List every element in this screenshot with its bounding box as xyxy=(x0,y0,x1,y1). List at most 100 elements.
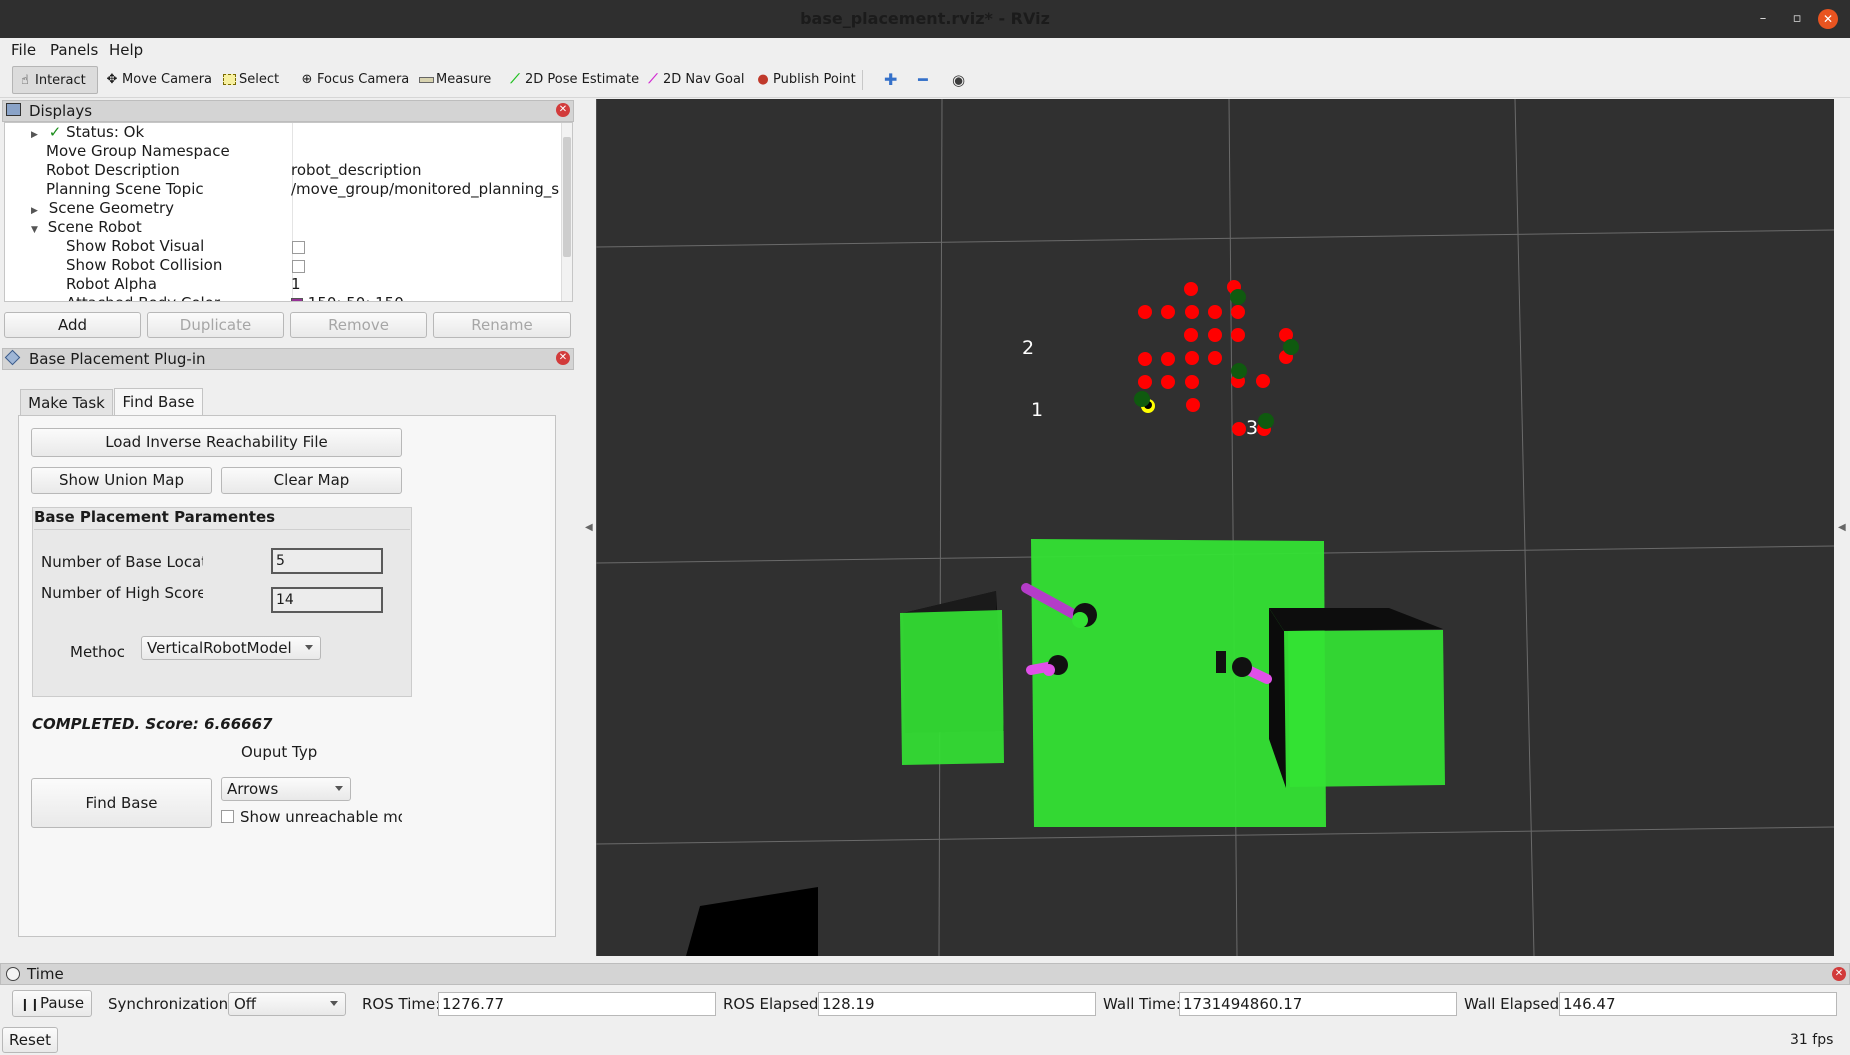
tool-move-camera[interactable]: ✥ Move Camera xyxy=(100,66,216,94)
num-high-score-input[interactable]: 14 xyxy=(271,587,383,613)
time-panel-header: Time xyxy=(0,963,1850,985)
sync-select[interactable]: Off xyxy=(228,992,346,1016)
fps-counter: 31 fps xyxy=(1790,1032,1834,1048)
tree-row-show-robot-visual[interactable]: Show Robot Visual xyxy=(66,237,204,256)
show-robot-visual-checkbox[interactable] xyxy=(292,241,305,254)
tree-row-scene-robot[interactable]: ▼ Scene Robot xyxy=(31,218,142,237)
params-group-title: Base Placement Paramentes xyxy=(34,508,276,526)
plugin-close-icon[interactable]: ✕ xyxy=(556,351,570,365)
ros-elapsed-label: ROS Elapsed: xyxy=(723,995,824,1013)
tree-row-robot-alpha[interactable]: Robot Alpha xyxy=(66,275,157,294)
tree-row-attached-body-color[interactable]: Attached Body Color xyxy=(66,294,220,301)
remove-button[interactable]: Remove xyxy=(290,312,427,338)
wall-elapsed-label: Wall Elapsed: xyxy=(1464,995,1565,1013)
scene-render xyxy=(596,99,1834,956)
collapse-right-icon[interactable]: ◀ xyxy=(1838,522,1846,533)
expand-arrow-icon: ▶ xyxy=(31,206,38,216)
robot-description-value[interactable]: robot_description xyxy=(291,161,422,180)
clear-map-button[interactable]: Clear Map xyxy=(221,467,402,494)
nav-goal-icon: ⟋ xyxy=(648,72,658,87)
show-unreachable-label: Show unreachable mode xyxy=(240,808,402,826)
tree-row-move-group-namespace[interactable]: Move Group Namespace xyxy=(46,142,230,161)
ros-elapsed-field[interactable]: 128.19 xyxy=(818,992,1096,1016)
maximize-icon[interactable]: ▫ xyxy=(1789,11,1805,27)
wall-elapsed-field[interactable]: 146.47 xyxy=(1559,992,1837,1016)
plugin-header: Base Placement Plug-in xyxy=(2,348,574,370)
add-button[interactable]: Add xyxy=(4,312,141,338)
time-close-icon[interactable]: ✕ xyxy=(1832,967,1846,981)
location-label-3: 3 xyxy=(1246,417,1259,439)
load-reachability-button[interactable]: Load Inverse Reachability File xyxy=(31,428,402,457)
find-base-button[interactable]: Find Base xyxy=(31,778,212,828)
focus-camera-icon: ⊕ xyxy=(301,72,313,87)
rename-button[interactable]: Rename xyxy=(433,312,571,338)
method-select[interactable]: VerticalRobotModel xyxy=(141,636,321,660)
tool-focus-camera[interactable]: ⊕ Focus Camera xyxy=(295,66,413,94)
attached-body-color-value[interactable]: 150; 50; 150 xyxy=(291,294,404,301)
location-label-2: 2 xyxy=(1022,337,1035,359)
tree-row-show-robot-collision[interactable]: Show Robot Collision xyxy=(66,256,222,275)
tool-interact[interactable]: ☝ Interact xyxy=(12,66,98,94)
pose-estimate-icon: ⟋ xyxy=(510,72,520,87)
collapse-arrow-icon: ▼ xyxy=(31,225,38,235)
minimize-icon[interactable]: – xyxy=(1755,11,1771,27)
num-base-input[interactable]: 5 xyxy=(271,548,383,574)
eye-icon[interactable]: ◉ xyxy=(948,66,969,94)
menu-help[interactable]: Help xyxy=(109,40,143,60)
displays-header: Displays xyxy=(2,100,574,122)
sync-label: Synchronization: xyxy=(108,995,234,1013)
reset-button[interactable]: Reset xyxy=(2,1027,58,1053)
wall-time-field[interactable]: 1731494860.17 xyxy=(1179,992,1457,1016)
monitor-icon xyxy=(6,103,21,116)
interact-icon: ☝ xyxy=(21,73,29,88)
tree-row-scene-geometry[interactable]: ▶ Scene Geometry xyxy=(31,199,174,218)
show-union-map-button[interactable]: Show Union Map xyxy=(31,467,212,494)
remove-tool-icon[interactable]: ━ xyxy=(914,66,932,94)
pause-icon: ❙❙ xyxy=(19,997,40,1011)
color-swatch xyxy=(291,297,303,301)
tool-measure[interactable]: Measure xyxy=(414,66,495,94)
chevron-down-icon xyxy=(335,786,343,791)
add-tool-icon[interactable]: ✚ xyxy=(880,66,901,94)
show-robot-collision-checkbox[interactable] xyxy=(292,260,305,273)
measure-icon xyxy=(418,66,434,94)
output-type-select[interactable]: Arrows xyxy=(221,777,351,801)
tool-select[interactable]: Select xyxy=(217,66,283,94)
group-divider xyxy=(34,529,410,530)
select-icon xyxy=(221,66,237,94)
tree-row-robot-description[interactable]: Robot Description xyxy=(46,161,180,180)
ros-time-field[interactable]: 1276.77 xyxy=(438,992,716,1016)
displays-tree[interactable]: ▶ ✓ Status: Ok Move Group Namespace Robo… xyxy=(4,122,573,302)
toolbar-separator xyxy=(862,70,863,90)
planning-scene-topic-value[interactable]: /move_group/monitored_planning_s... xyxy=(291,180,559,199)
output-type-label: Ouput Typ xyxy=(241,743,318,761)
displays-close-icon[interactable]: ✕ xyxy=(556,103,570,117)
3d-viewport[interactable]: 2 1 3 xyxy=(596,99,1834,956)
displays-scrollbar-thumb[interactable] xyxy=(563,137,571,257)
reachability-spheres xyxy=(1134,280,1299,436)
menu-panels[interactable]: Panels xyxy=(50,40,98,60)
tool-publish-point[interactable]: ● Publish Point xyxy=(751,66,860,94)
tool-2d-nav-goal[interactable]: ⟋ 2D Nav Goal xyxy=(641,66,749,94)
menu-bar xyxy=(0,38,1850,62)
tool-2d-pose-estimate[interactable]: ⟋ 2D Pose Estimate xyxy=(503,66,643,94)
location-label-1: 1 xyxy=(1031,399,1044,421)
pause-button[interactable]: ❙❙Pause xyxy=(12,990,92,1017)
num-base-label: Number of Base Locatio xyxy=(41,553,203,571)
menu-file[interactable]: File xyxy=(11,40,36,60)
robot-alpha-value[interactable]: 1 xyxy=(291,275,301,294)
move-camera-icon: ✥ xyxy=(106,72,118,87)
tree-row-status[interactable]: ▶ ✓ Status: Ok xyxy=(31,123,144,142)
show-unreachable-checkbox[interactable] xyxy=(221,810,234,823)
tab-make-task[interactable]: Make Task xyxy=(20,389,113,416)
chevron-down-icon xyxy=(330,1001,338,1006)
tree-row-planning-scene-topic[interactable]: Planning Scene Topic xyxy=(46,180,204,199)
status-text: COMPLETED. Score: 6.66667 xyxy=(32,715,273,733)
duplicate-button[interactable]: Duplicate xyxy=(147,312,284,338)
tab-find-base[interactable]: Find Base xyxy=(114,388,203,416)
ground-grid xyxy=(596,99,1834,956)
publish-point-icon: ● xyxy=(757,72,769,87)
ros-time-label: ROS Time: xyxy=(362,995,441,1013)
close-icon[interactable]: ✕ xyxy=(1818,9,1838,29)
collapse-left-icon[interactable]: ◀ xyxy=(585,522,593,533)
